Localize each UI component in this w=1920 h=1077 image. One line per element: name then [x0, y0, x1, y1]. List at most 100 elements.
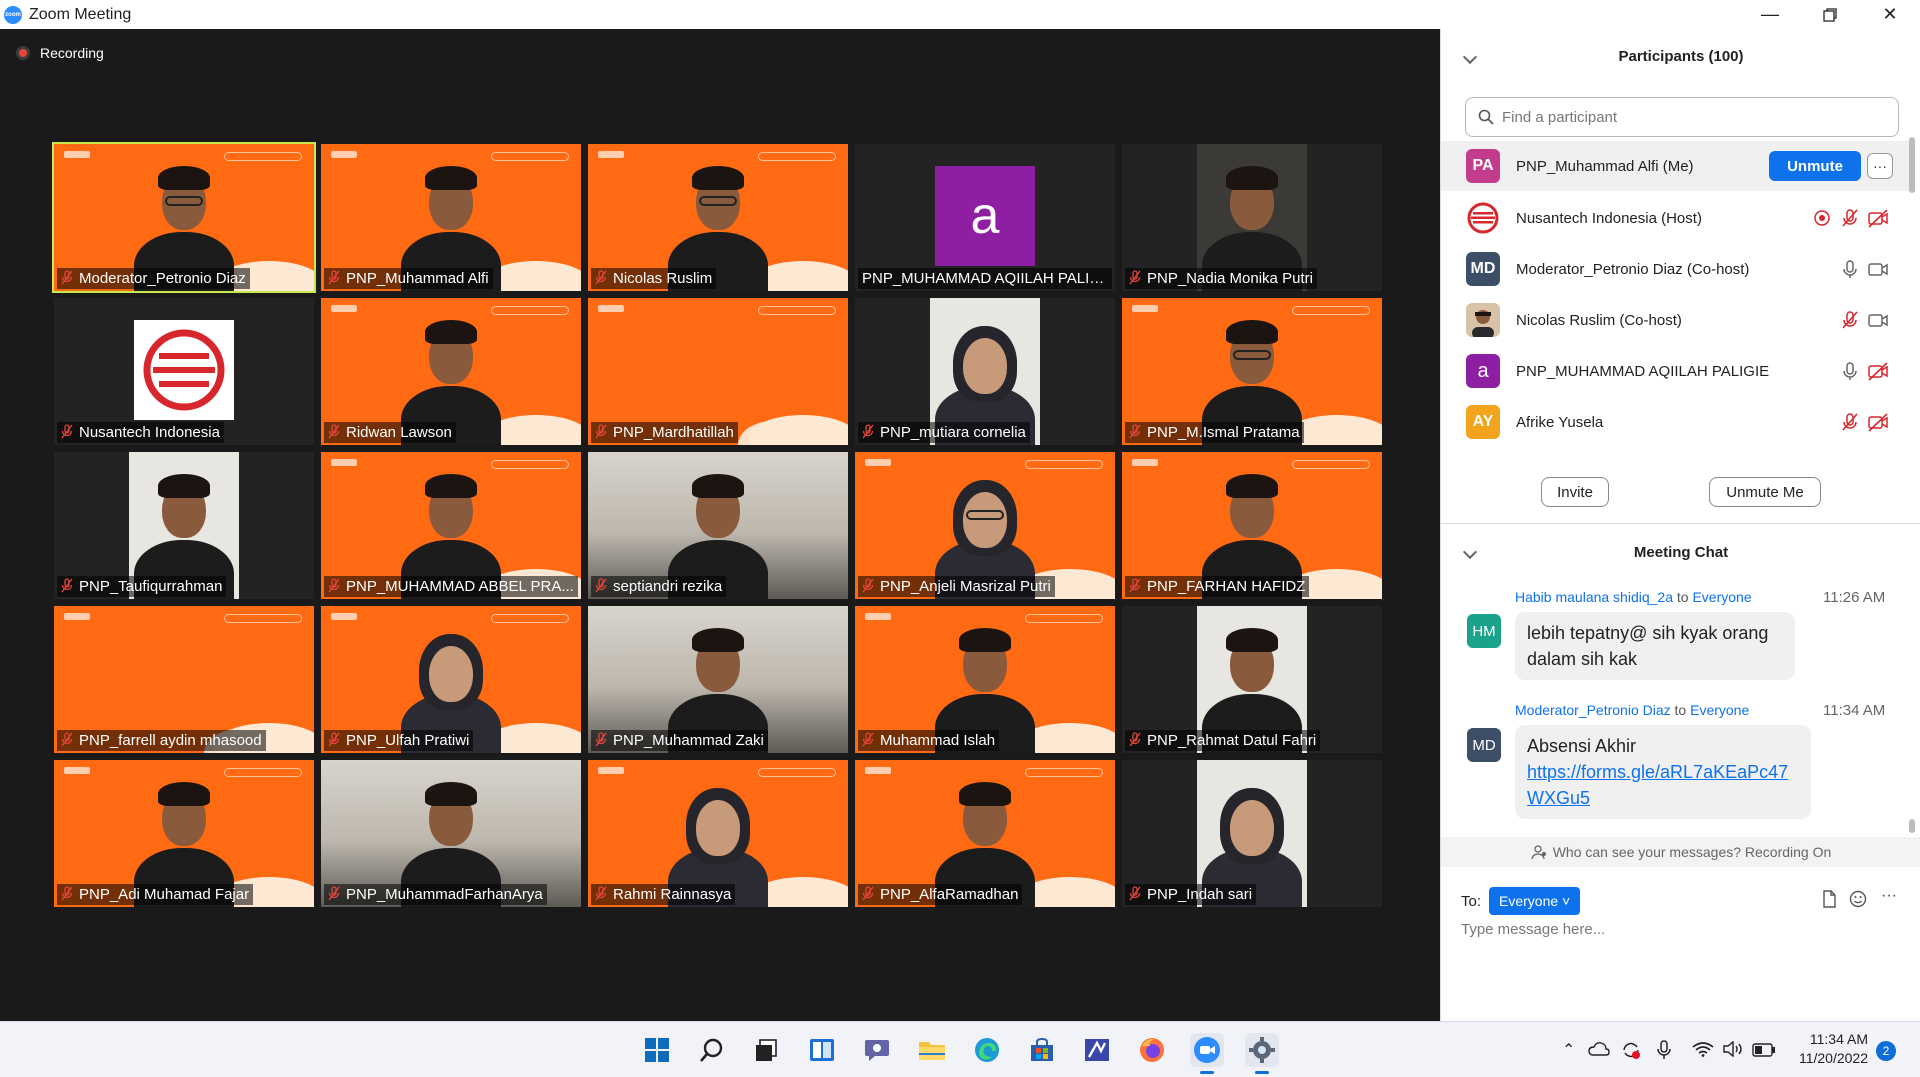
widgets-icon[interactable]: [805, 1033, 839, 1067]
wifi-icon[interactable]: [1692, 1041, 1714, 1057]
close-button[interactable]: ✕: [1860, 0, 1920, 29]
battery-icon[interactable]: [1752, 1043, 1776, 1057]
participant-video-tile[interactable]: PNP_FARHAN HAFIDZ: [1122, 452, 1382, 599]
participant-video-tile[interactable]: a PNP_MUHAMMAD AQIILAH PALIG...: [855, 144, 1115, 291]
participant-video-tile[interactable]: Nicolas Ruslim: [588, 144, 848, 291]
app-icon[interactable]: [1080, 1033, 1114, 1067]
participant-name-label: PNP_FARHAN HAFIDZ: [1125, 576, 1310, 597]
participant-video-tile[interactable]: PNP_Nadia Monika Putri: [1122, 144, 1382, 291]
participant-video-tile[interactable]: Rahmi Rainnasya: [588, 760, 848, 907]
store-icon[interactable]: [1025, 1033, 1059, 1067]
chat-scrollbar[interactable]: [1909, 819, 1915, 833]
participant-video-tile[interactable]: PNP_Anjeli Masrizal Putri: [855, 452, 1115, 599]
clock-date: 11/20/2022: [1798, 1050, 1868, 1066]
search-input[interactable]: [1502, 108, 1882, 126]
participant-name: PNP_MUHAMMAD AQIILAH PALIGIE: [1516, 362, 1770, 380]
video-on-icon: [1868, 314, 1888, 327]
emoji-icon[interactable]: [1849, 890, 1867, 908]
show-hidden-icons[interactable]: ⌃: [1562, 1040, 1575, 1060]
invite-button[interactable]: Invite: [1541, 477, 1609, 507]
firefox-icon[interactable]: [1135, 1033, 1169, 1067]
cloud-icon[interactable]: [1588, 1041, 1610, 1057]
participant-name-label: PNP_Rahmat Datul Fahri: [1125, 730, 1321, 751]
participant-row-me[interactable]: PA PNP_Muhammad Alfi (Me) Unmute ···: [1441, 141, 1911, 191]
zoom-taskbar-icon[interactable]: [1190, 1033, 1224, 1074]
participant-video-tile[interactable]: PNP_Adi Muhamad Fajar: [54, 760, 314, 907]
participant-video-tile[interactable]: PNP_Ulfah Pratiwi: [321, 606, 581, 753]
participant-video-tile[interactable]: PNP_MUHAMMAD ABBEL PRA...: [321, 452, 581, 599]
participant-name-label: PNP_Adi Muhamad Fajar: [57, 884, 254, 905]
video-gallery: Recording Moderator_Petronio Diaz PNP_Muh…: [0, 29, 1440, 1021]
sender-name[interactable]: Moderator_Petronio Diaz: [1515, 702, 1671, 718]
mic-muted-icon: [328, 886, 340, 901]
task-view-icon[interactable]: [749, 1033, 783, 1067]
start-icon[interactable]: [640, 1033, 674, 1067]
participant-row[interactable]: AY Afrike Yusela: [1441, 397, 1911, 447]
participant-name-label: Rahmi Rainnasya: [591, 884, 736, 905]
participants-title: Participants (100): [1618, 48, 1744, 65]
side-panel: Participants (100) PA PNP_Muhammad Alfi …: [1440, 29, 1920, 1021]
microphone-icon[interactable]: [1656, 1039, 1672, 1061]
participant-video-tile[interactable]: PNP_MuhammadFarhanArya: [321, 760, 581, 907]
participant-video-tile[interactable]: Nusantech Indonesia: [54, 298, 314, 445]
participant-video-tile[interactable]: Ridwan Lawson: [321, 298, 581, 445]
notification-badge[interactable]: 2: [1876, 1041, 1896, 1061]
mic-muted-icon: [862, 886, 874, 901]
settings-icon[interactable]: [1245, 1033, 1279, 1074]
participant-video-tile[interactable]: PNP_M.Ismal Pratama: [1122, 298, 1382, 445]
recipient-row: To: Everyone ˅: [1461, 887, 1581, 915]
edge-icon[interactable]: [970, 1033, 1004, 1067]
participant-row[interactable]: a PNP_MUHAMMAD AQIILAH PALIGIE: [1441, 346, 1911, 396]
participant-video-tile[interactable]: PNP_Muhammad Alfi: [321, 144, 581, 291]
file-explorer-icon[interactable]: [915, 1033, 949, 1067]
participant-row[interactable]: Nicolas Ruslim (Co-host): [1441, 295, 1911, 345]
nusantech-logo-icon: [1466, 201, 1500, 235]
message-header: Habib maulana shidiq_2a to Everyone: [1515, 589, 1752, 605]
participant-video-tile[interactable]: PNP_Indah sari: [1122, 760, 1382, 907]
minimize-button[interactable]: —: [1740, 0, 1800, 29]
participants-scrollbar[interactable]: [1909, 137, 1915, 193]
restore-button[interactable]: [1800, 0, 1860, 29]
avatar: a: [1466, 354, 1500, 388]
chat-more-button[interactable]: ···: [1881, 887, 1897, 905]
volume-icon[interactable]: [1722, 1041, 1744, 1057]
participant-row[interactable]: MD Moderator_Petronio Diaz (Co-host): [1441, 244, 1911, 294]
participant-video-tile[interactable]: PNP_Taufiqurrahman: [54, 452, 314, 599]
mic-muted-icon: [595, 578, 607, 593]
participant-video-tile[interactable]: PNP_farrell aydin mhasood: [54, 606, 314, 753]
chat-visibility-notice[interactable]: Who can see your messages? Recording On: [1441, 837, 1920, 867]
participant-name-label: PNP_AlfaRamadhan: [858, 884, 1023, 905]
clock[interactable]: 11:34 AM 11/20/2022: [1788, 1030, 1868, 1068]
mic-muted-icon: [595, 732, 607, 747]
avatar: PA: [1466, 149, 1500, 183]
video-on-icon: [1868, 263, 1888, 276]
form-link[interactable]: https://forms.gle/aRL7aKEaPc47WXGu5: [1527, 762, 1788, 808]
recording-indicator[interactable]: Recording: [16, 45, 104, 61]
participant-video-tile[interactable]: septiandri rezika: [588, 452, 848, 599]
mic-on-icon: [1843, 362, 1857, 380]
participant-video-tile[interactable]: PNP_mutiara cornelia: [855, 298, 1115, 445]
message-bubble: Absensi Akhir https://forms.gle/aRL7aKEa…: [1515, 725, 1811, 819]
participant-row[interactable]: Nusantech Indonesia (Host): [1441, 193, 1911, 243]
search-icon[interactable]: [695, 1033, 729, 1067]
unmute-button[interactable]: Unmute: [1769, 151, 1861, 181]
participant-video-tile[interactable]: Moderator_Petronio Diaz: [52, 142, 316, 293]
teams-chat-icon[interactable]: [860, 1033, 894, 1067]
to-word: to: [1676, 589, 1689, 605]
participant-video-tile[interactable]: PNP_Rahmat Datul Fahri: [1122, 606, 1382, 753]
more-options-button[interactable]: ···: [1867, 153, 1893, 179]
unmute-me-button[interactable]: Unmute Me: [1709, 477, 1821, 507]
participant-video-tile[interactable]: PNP_Muhammad Zaki: [588, 606, 848, 753]
participant-video-tile[interactable]: PNP_Mardhatillah: [588, 298, 848, 445]
participant-video-tile[interactable]: Muhammad Islah: [855, 606, 1115, 753]
sync-icon[interactable]: [1620, 1040, 1642, 1060]
participant-video-tile[interactable]: PNP_AlfaRamadhan: [855, 760, 1115, 907]
file-icon[interactable]: [1821, 890, 1837, 908]
mic-muted-icon: [61, 578, 73, 593]
chat-message-input[interactable]: [1461, 921, 1901, 938]
mic-muted-icon: [595, 424, 607, 439]
participant-search[interactable]: [1465, 97, 1899, 137]
participant-name-label: Muhammad Islah: [858, 730, 1000, 751]
sender-name[interactable]: Habib maulana shidiq_2a: [1515, 589, 1673, 605]
recipient-select[interactable]: Everyone ˅: [1489, 887, 1581, 915]
